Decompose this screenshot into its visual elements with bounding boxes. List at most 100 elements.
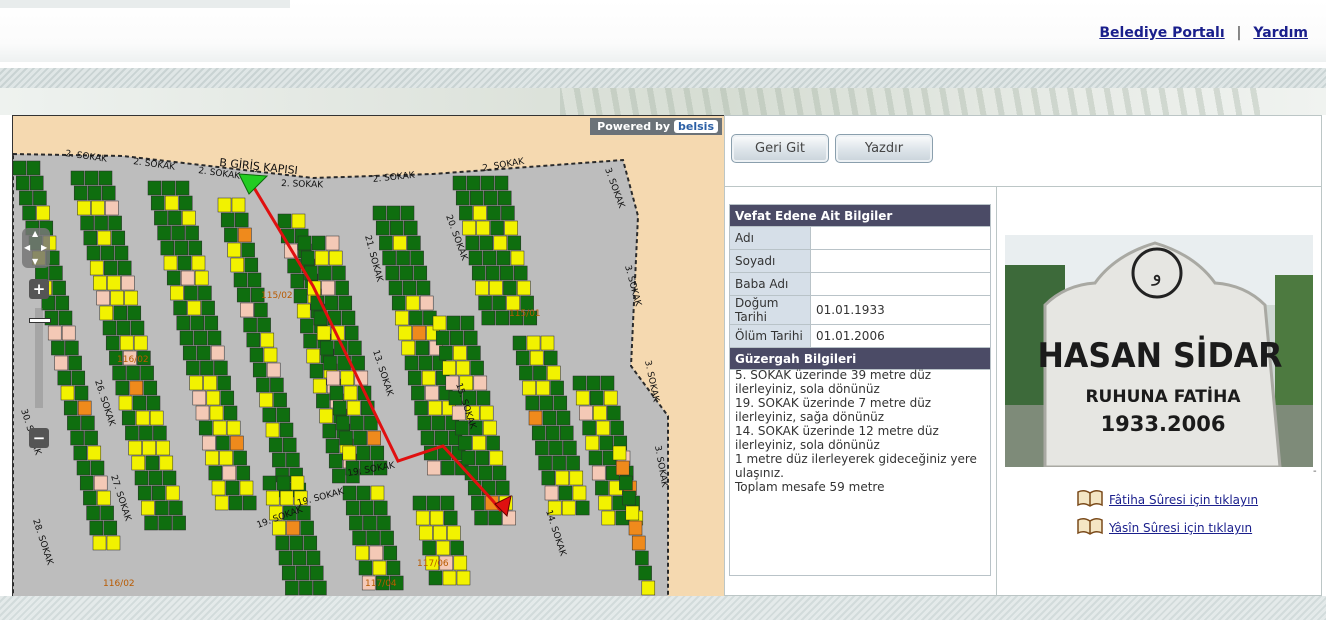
grave-plot[interactable] [490,220,504,236]
grave-plot[interactable] [219,450,233,466]
grave-plot[interactable] [266,362,281,378]
zoom-in-button[interactable]: + [29,279,49,299]
grave-plot[interactable] [540,335,555,351]
grave-plot[interactable] [495,310,510,326]
grave-plot[interactable] [350,415,364,431]
grave-plot[interactable] [236,465,251,481]
grave-plot[interactable] [203,375,217,391]
grave-plot[interactable] [273,392,287,408]
grave-plot[interactable] [175,180,190,196]
grave-plot[interactable] [501,205,515,221]
grave-plot[interactable] [363,515,377,531]
grave-plot[interactable] [467,345,481,361]
grave-plot[interactable] [290,273,305,289]
grave-plot[interactable] [503,280,517,296]
grave-plot[interactable] [555,470,570,486]
grave-plot[interactable] [520,295,534,311]
grave-plot[interactable] [210,345,225,361]
grave-plot[interactable] [182,345,197,361]
grave-plot[interactable] [552,455,566,471]
grave-plot[interactable] [77,400,92,416]
grave-plot[interactable] [303,535,318,551]
grave-plot[interactable] [77,200,91,216]
grave-plot[interactable] [99,305,114,321]
grave-plot[interactable] [453,345,467,361]
grave-plot[interactable] [556,410,571,426]
grave-plot[interactable] [356,485,371,501]
grave-plot[interactable] [356,445,371,461]
grave-plot[interactable] [194,270,209,286]
grave-plot[interactable] [459,205,473,221]
grave-plot[interactable] [238,227,252,243]
grave-plot[interactable] [377,515,391,531]
grave-plot[interactable] [596,420,610,436]
grave-plot[interactable] [119,335,134,351]
grave-plot[interactable] [67,415,81,431]
grave-plot[interactable] [169,500,183,516]
grave-plot[interactable] [49,265,63,281]
grave-plot[interactable] [489,450,504,466]
back-button[interactable]: Geri Git [731,134,829,163]
grave-plot[interactable] [249,347,264,363]
grave-plot[interactable] [335,280,349,296]
grave-plot[interactable] [482,250,497,266]
grave-plot[interactable] [68,355,82,371]
grave-plot[interactable] [226,420,241,436]
grave-plot[interactable] [263,347,278,363]
grave-plot[interactable] [172,515,186,531]
grave-plot[interactable] [324,295,339,311]
grave-plot[interactable] [462,220,476,236]
grave-plot[interactable] [96,290,110,306]
grave-plot[interactable] [148,470,163,486]
grave-plot[interactable] [325,235,340,251]
grave-plot[interactable] [401,340,416,356]
grave-plot[interactable] [145,455,160,471]
grave-plot[interactable] [612,445,627,461]
grave-plot[interactable] [84,430,98,446]
grave-plot[interactable] [158,515,172,531]
grave-plot[interactable] [389,220,404,236]
grave-plot[interactable] [233,272,248,288]
grave-plot[interactable] [352,530,366,546]
grave-plot[interactable] [400,205,415,221]
grave-plot[interactable] [372,560,387,576]
grave-plot[interactable] [485,265,500,281]
grave-plot[interactable] [92,535,107,551]
grave-plot[interactable] [201,300,215,316]
grave-plot[interactable] [33,190,47,206]
grave-plot[interactable] [133,335,148,351]
grave-plot[interactable] [442,360,456,376]
grave-plot[interactable] [272,452,286,468]
grave-plot[interactable] [281,565,296,581]
grave-plot[interactable] [306,550,321,566]
pan-up-icon[interactable]: ▲ [32,230,38,238]
grave-plot[interactable] [61,325,76,341]
grave-plot[interactable] [553,395,568,411]
grave-plot[interactable] [635,550,649,566]
grave-plot[interactable] [84,170,99,186]
grave-plot[interactable] [277,213,292,229]
grave-plot[interactable] [179,330,194,346]
grave-plot[interactable] [217,375,231,391]
grave-plot[interactable] [54,355,68,371]
grave-plot[interactable] [220,390,235,406]
grave-plot[interactable] [391,295,406,311]
grave-plot[interactable] [184,285,198,301]
grave-plot[interactable] [442,570,457,586]
grave-plot[interactable] [163,255,178,271]
grave-plot[interactable] [241,242,255,258]
grave-plot[interactable] [259,392,273,408]
grave-plot[interactable] [561,500,576,516]
grave-plot[interactable] [370,485,385,501]
grave-plot[interactable] [227,242,241,258]
grave-plot[interactable] [131,455,146,471]
grave-plot[interactable] [615,460,630,476]
grave-plot[interactable] [480,175,495,191]
grave-plot[interactable] [204,315,219,331]
grave-plot[interactable] [94,215,108,231]
grave-plot[interactable] [529,350,544,366]
grave-plot[interactable] [115,380,130,396]
grave-plot[interactable] [431,415,446,431]
grave-plot[interactable] [318,265,332,281]
grave-plot[interactable] [412,325,426,341]
